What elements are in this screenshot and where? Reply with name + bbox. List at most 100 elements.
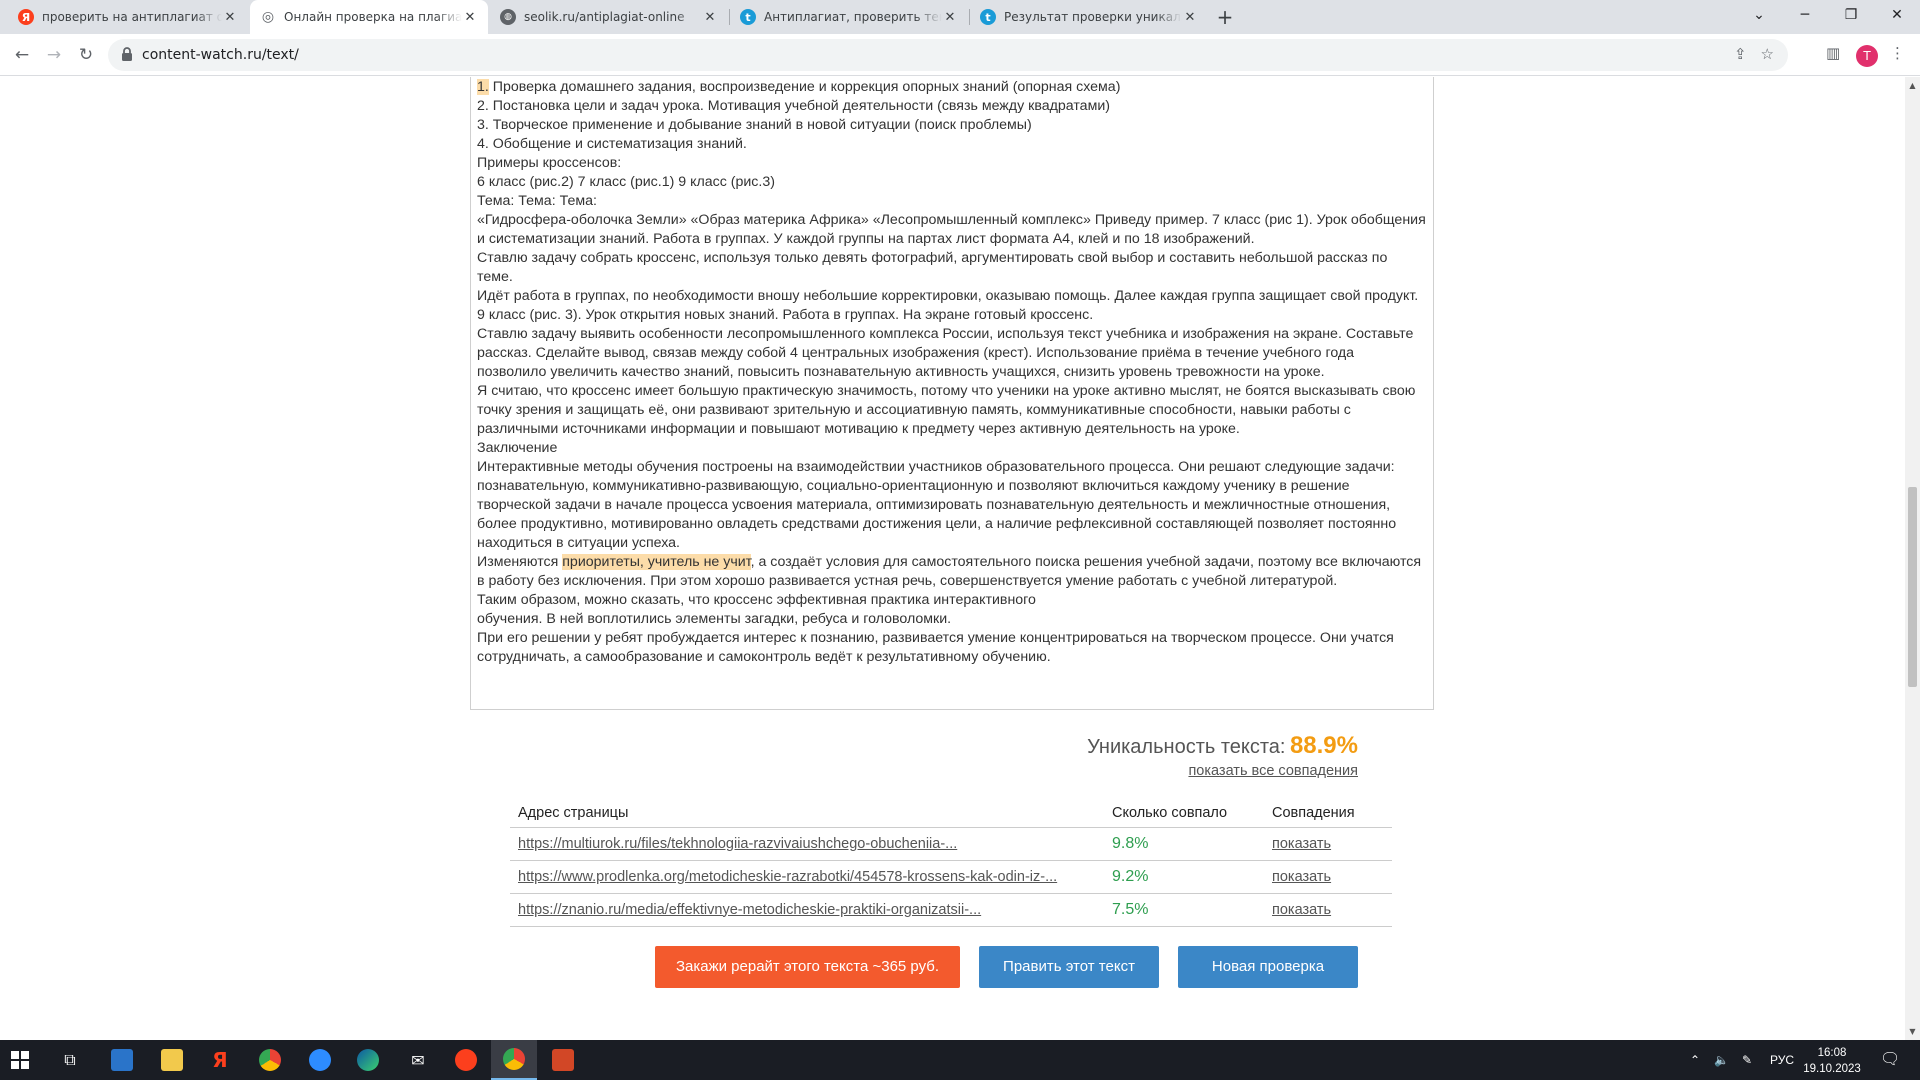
text-paragraph: 9 класс (рис. 3). Урок открытия новых зн…	[477, 307, 1094, 323]
yandex-icon[interactable]	[452, 1046, 480, 1074]
browser-tab-4[interactable]: t Антиплагиат, проверить текст ✕	[730, 0, 968, 34]
store-icon[interactable]	[108, 1046, 136, 1074]
back-button[interactable]: ←	[8, 42, 36, 70]
address-url[interactable]: content-watch.ru/text/	[142, 47, 299, 63]
uniqueness-value: 88.9%	[1289, 732, 1358, 759]
text-paragraph: Тема: Тема: Тема:	[477, 193, 597, 209]
task-view-icon[interactable]: ⧉	[56, 1046, 84, 1074]
page-viewport: 1. Проверка домашнего задания, воспроизв…	[0, 77, 1905, 1040]
text-paragraph: При его решении у ребят пробуждается инт…	[477, 630, 1394, 665]
tab-title: Результат проверки уникально	[1004, 10, 1182, 24]
edge-icon[interactable]	[354, 1046, 382, 1074]
edit-text-button[interactable]: Править этот текст	[979, 946, 1159, 988]
matches-table: Адрес страницы Сколько совпало Совпадени…	[510, 792, 1392, 927]
new-tab-button[interactable]: +	[1212, 4, 1238, 30]
close-window-button[interactable]: ✕	[1874, 0, 1920, 34]
text-paragraph: обучения. В ней воплотились элементы заг…	[477, 611, 952, 627]
language-indicator[interactable]: РУС	[1770, 1040, 1794, 1080]
close-icon[interactable]: ✕	[702, 10, 718, 25]
table-row: https://multiurok.ru/files/tekhnologiia-…	[510, 827, 1392, 861]
close-icon[interactable]: ✕	[1182, 10, 1198, 25]
minimize-button[interactable]: ─	[1782, 0, 1828, 34]
text-paragraph: 3. Творческое применение и добывание зна…	[477, 117, 1032, 133]
match-percent: 9.8%	[1104, 827, 1264, 861]
checked-text-box: 1. Проверка домашнего задания, воспроизв…	[470, 77, 1434, 710]
chrome-active-icon[interactable]	[491, 1040, 537, 1080]
pen-icon[interactable]: ✎	[1742, 1040, 1752, 1080]
text-paragraph: Таким образом, можно сказать, что кроссе…	[477, 592, 1036, 608]
windows-start-icon[interactable]	[6, 1046, 34, 1074]
text-paragraph: Я считаю, что кроссенс имеет большую пра…	[477, 383, 1416, 437]
chrome-icon[interactable]	[256, 1046, 284, 1074]
browser-tab-1[interactable]: Я проверить на антиплагиат онлайн ✕	[8, 0, 248, 34]
column-header: Адрес страницы	[510, 792, 1104, 828]
clock-date: 19.10.2023	[1803, 1063, 1861, 1075]
match-percent: 7.5%	[1104, 893, 1264, 927]
match-highlight: 1.	[477, 79, 489, 95]
uniqueness-label: Уникальность текста:	[1087, 736, 1286, 758]
text-paragraph: 1. Проверка домашнего задания, воспроизв…	[477, 79, 1121, 95]
order-rewrite-button[interactable]: Закажи рерайт этого текста ~365 руб.	[655, 946, 960, 988]
text-paragraph: «Гидросфера-оболочка Земли» «Образ матер…	[477, 212, 1426, 247]
lock-icon	[122, 47, 132, 61]
browser-tab-2[interactable]: ◎ Онлайн проверка на плагиат - ✕	[250, 0, 488, 34]
forward-button[interactable]: →	[40, 42, 68, 70]
show-match-link[interactable]: показать	[1264, 827, 1392, 861]
close-icon[interactable]: ✕	[942, 10, 958, 25]
scroll-down-arrow-icon[interactable]: ▼	[1908, 1027, 1917, 1036]
page-scrollbar[interactable]: ▲ ▼	[1905, 77, 1920, 1040]
clock-time: 16:08	[1817, 1047, 1847, 1059]
close-icon[interactable]: ✕	[462, 10, 478, 25]
yandex-browser-icon[interactable]: Я	[206, 1046, 234, 1074]
match-url-link[interactable]: https://www.prodlenka.org/metodicheskie-…	[510, 860, 1104, 894]
text-paragraph: Ставлю задачу выявить особенности лесопр…	[477, 326, 1414, 380]
browser-toolbar: ← → ↻ content-watch.ru/text/ ⇪ ☆ ▥ ⋮	[0, 34, 1920, 76]
reload-button[interactable]: ↻	[72, 42, 100, 70]
notifications-icon[interactable]: 🗨	[1880, 1040, 1900, 1080]
menu-dots-icon[interactable]: ⋮	[1890, 44, 1905, 62]
windows-taskbar: ⧉ Я ✉ ⌃ 🔈 ✎ РУС 16:08 19.10.2023 🗨	[0, 1040, 1920, 1080]
avatar[interactable]: T	[1856, 45, 1878, 67]
volume-icon[interactable]: 🔈	[1714, 1040, 1729, 1080]
close-icon[interactable]: ✕	[222, 10, 238, 25]
system-clock[interactable]: 16:08 19.10.2023	[1802, 1045, 1862, 1077]
mail-icon[interactable]: ✉	[404, 1046, 432, 1074]
browser-tab-3[interactable]: ◍ seolik.ru/antiplagiat-online ✕	[490, 0, 728, 34]
match-highlight: приоритеты, учитель не учит	[562, 554, 751, 570]
match-url-link[interactable]: https://znanio.ru/media/effektivnye-meto…	[510, 893, 1104, 927]
side-panel-icon[interactable]: ▥	[1826, 44, 1840, 62]
scrollbar-thumb[interactable]	[1908, 487, 1917, 687]
text-paragraph: 4. Обобщение и систематизация знаний.	[477, 136, 747, 152]
content-watch-icon: ◎	[261, 9, 275, 25]
text-paragraph: Интерактивные методы обучения построены …	[477, 459, 1397, 551]
file-explorer-icon[interactable]	[158, 1046, 186, 1074]
powerpoint-icon[interactable]	[549, 1046, 577, 1074]
tab-title: проверить на антиплагиат онлайн	[42, 10, 222, 24]
tab-title: seolik.ru/antiplagiat-online	[524, 10, 685, 24]
text-paragraph: Изменяются приоритеты, учитель не учит, …	[477, 554, 1422, 589]
share-icon[interactable]: ⇪	[1734, 45, 1747, 63]
tab-title: Антиплагиат, проверить текст	[764, 10, 942, 24]
tab-strip: Я проверить на антиплагиат онлайн ✕ ◎ Он…	[0, 0, 1920, 34]
show-all-matches-link[interactable]: показать все совпадения	[1188, 763, 1358, 779]
text-ru-icon: t	[980, 9, 996, 25]
address-bar[interactable]: content-watch.ru/text/ ⇪ ☆	[108, 39, 1788, 71]
tab-search-button[interactable]: ⌄	[1736, 0, 1782, 34]
zoom-icon[interactable]	[306, 1046, 334, 1074]
yandex-icon: Я	[18, 9, 34, 25]
text-paragraph: 2. Постановка цели и задач урока. Мотива…	[477, 98, 1110, 114]
column-header: Сколько совпало	[1104, 792, 1264, 828]
scroll-up-arrow-icon[interactable]: ▲	[1908, 81, 1917, 90]
match-url-link[interactable]: https://multiurok.ru/files/tekhnologiia-…	[510, 827, 1104, 861]
show-match-link[interactable]: показать	[1264, 860, 1392, 894]
tray-chevron-icon[interactable]: ⌃	[1690, 1040, 1700, 1080]
show-match-link[interactable]: показать	[1264, 893, 1392, 927]
restore-button[interactable]: ❐	[1828, 0, 1874, 34]
bookmark-star-icon[interactable]: ☆	[1761, 45, 1774, 63]
windows-logo-icon	[11, 1051, 29, 1069]
text-paragraph: Идёт работа в группах, по необходимости …	[477, 288, 1419, 304]
new-check-button[interactable]: Новая проверка	[1178, 946, 1358, 988]
browser-tab-5[interactable]: t Результат проверки уникально ✕	[970, 0, 1208, 34]
text-ru-icon: t	[740, 9, 756, 25]
text-paragraph: Заключение	[477, 440, 558, 456]
